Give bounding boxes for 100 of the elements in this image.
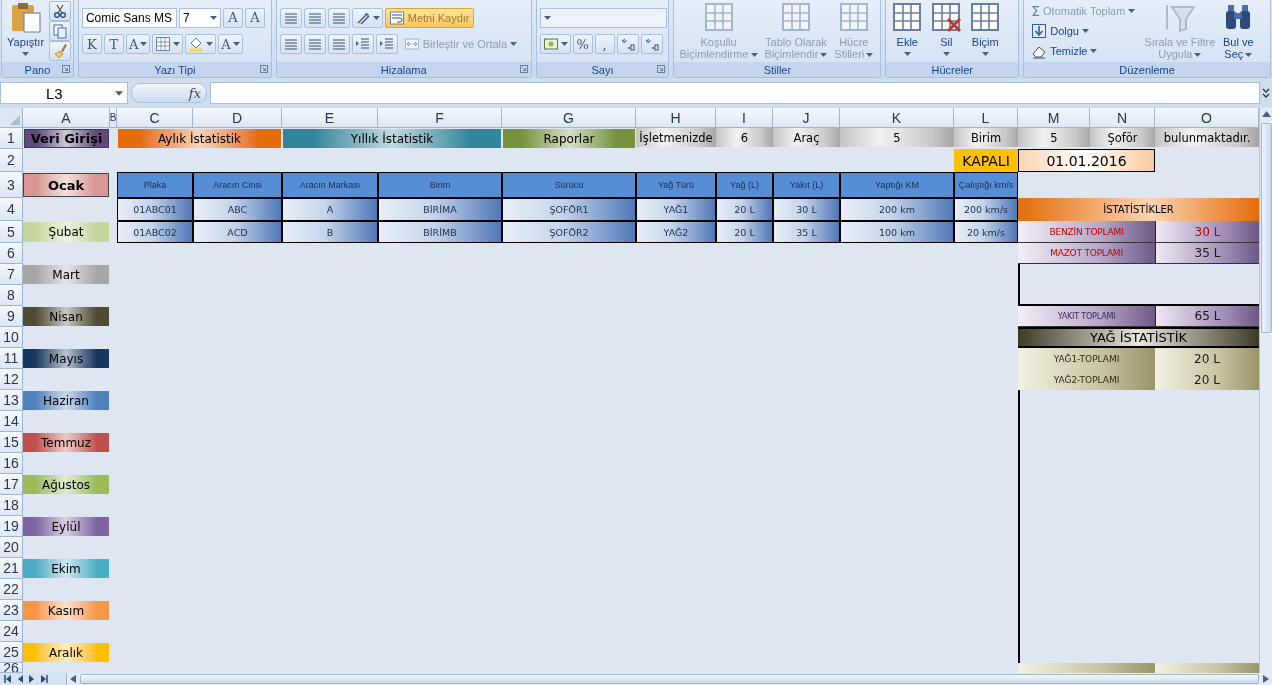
column-header[interactable]: N [1090, 108, 1155, 128]
table-cell: 200 km [840, 198, 954, 221]
group-label: Yazı Tipi [154, 63, 196, 76]
nav-button[interactable]: Yıllık İstatistik [283, 129, 501, 148]
table-cell: 01ABC02 [117, 221, 193, 243]
column-header[interactable]: M [1018, 108, 1090, 128]
column-header[interactable]: I [716, 108, 773, 128]
nav-button[interactable]: Aylık İstatistik [118, 129, 281, 148]
toolbar-button[interactable]: A [222, 7, 243, 28]
month-button[interactable]: Ekim [23, 559, 109, 578]
combo-box[interactable]: Comic Sans MS [81, 7, 177, 28]
table-cell: ŞOFÖR2 [502, 221, 636, 243]
row-header[interactable]: 20 [0, 537, 23, 558]
month-button[interactable]: Ocak [23, 173, 109, 197]
ribbon-button[interactable]: Dolgu [1027, 21, 1093, 41]
table-cell: 200 km/s [954, 198, 1018, 221]
info-label: 5 [1018, 128, 1090, 147]
row-header[interactable]: 11 [0, 348, 23, 369]
month-button[interactable]: Ağustos [23, 475, 109, 494]
row-header[interactable]: 18 [0, 495, 23, 516]
toolbar-button[interactable]: % [572, 34, 593, 55]
row-header[interactable]: 25 [0, 642, 23, 663]
column-header[interactable]: G [502, 108, 636, 128]
ribbon-button[interactable]: Temizle [1027, 41, 1102, 61]
column-header[interactable]: D [193, 108, 282, 128]
row-header[interactable]: 4 [0, 198, 23, 221]
row-header[interactable]: 15 [0, 432, 23, 453]
column-header[interactable]: K [840, 108, 954, 128]
month-button[interactable]: Şubat [23, 222, 109, 242]
month-button[interactable]: Haziran [23, 391, 109, 410]
month-button[interactable]: Aralık [23, 643, 109, 662]
column-header[interactable]: H [636, 108, 716, 128]
column-header[interactable]: F [378, 108, 502, 128]
name-box[interactable]: L3 [0, 82, 128, 104]
row-header[interactable]: 10 [0, 327, 23, 348]
table-cell: 30 L [773, 198, 840, 221]
month-button[interactable]: Mart [23, 265, 109, 284]
row-header[interactable]: 21 [0, 558, 23, 579]
column-header[interactable]: A [23, 108, 110, 128]
row-header[interactable]: 16 [0, 453, 23, 474]
row-header[interactable]: 13 [0, 390, 23, 411]
toolbar-button[interactable]: A [244, 7, 265, 28]
ribbon-button[interactable]: Sil [928, 1, 965, 61]
table-cell: BİRİMA [378, 198, 502, 221]
row-header[interactable]: 1 [0, 128, 23, 149]
row-header[interactable]: 24 [0, 621, 23, 642]
combo-box[interactable]: 7 [178, 7, 221, 28]
row-header[interactable]: 2 [0, 149, 23, 172]
row-header[interactable]: 22 [0, 579, 23, 600]
ribbon-button[interactable]: Ekle [889, 1, 926, 61]
stats-title: İSTATİSTİKLER [1018, 198, 1259, 221]
table-cell: 20 L [716, 221, 773, 243]
column-header[interactable]: E [282, 108, 378, 128]
toolbar-button[interactable]: A [218, 34, 243, 55]
column-header[interactable]: C [117, 108, 193, 128]
table-cell: A [282, 198, 378, 221]
stat-value: 30 L [1155, 221, 1259, 243]
row-header[interactable]: 9 [0, 306, 23, 327]
row-header[interactable]: 6 [0, 243, 23, 264]
stat-value: 20 L [1155, 369, 1259, 390]
info-label: 6 [716, 128, 773, 147]
column-header[interactable]: L [954, 108, 1018, 128]
group-label: Pano [24, 63, 51, 76]
table-cell: 100 km [840, 221, 954, 243]
table-header: Aracın Markası [282, 172, 378, 198]
toolbar-button[interactable]: A [125, 34, 151, 55]
column-header[interactable]: J [773, 108, 840, 128]
month-button[interactable]: Kasım [23, 601, 109, 620]
row-header[interactable]: 14 [0, 411, 23, 432]
row-header[interactable]: 12 [0, 369, 23, 390]
nav-button[interactable]: Veri Girişi [24, 129, 109, 148]
stat-value: 35 L [1155, 243, 1259, 264]
row-header[interactable]: 3 [0, 172, 23, 198]
toolbar-button[interactable]: T [103, 34, 124, 55]
table-header: Yağ (L) [716, 172, 773, 198]
row-header[interactable]: 8 [0, 285, 23, 306]
row-header[interactable]: 19 [0, 516, 23, 537]
stat-value: 65 L [1155, 306, 1259, 327]
month-button[interactable]: Eylül [23, 517, 109, 536]
stat-label: YAKIT TOPLAMI [1018, 306, 1155, 327]
table-header: Yağ Türü [636, 172, 716, 198]
month-button[interactable]: Nisan [23, 307, 109, 326]
ribbon-button[interactable]: Bul ve Seç [1220, 1, 1257, 61]
row-header[interactable]: 17 [0, 474, 23, 495]
ribbon-button[interactable]: Yapıştır [5, 1, 47, 61]
toolbar-button[interactable]: , [594, 34, 615, 55]
month-button[interactable]: Mayıs [23, 349, 109, 368]
toolbar-button[interactable]: K [81, 34, 102, 55]
group-label: Düzenleme [1119, 63, 1175, 76]
row-header[interactable]: 7 [0, 264, 23, 285]
month-button[interactable]: Temmuz [23, 433, 109, 452]
row-header[interactable]: 23 [0, 600, 23, 621]
fx-button[interactable]: fx [188, 85, 201, 101]
ribbon-button[interactable]: Biçim [967, 1, 1004, 61]
column-header[interactable]: O [1155, 108, 1259, 128]
table-cell: 01ABC01 [117, 198, 193, 221]
nav-button[interactable]: Raporlar [503, 129, 635, 148]
row-header[interactable]: 5 [0, 221, 23, 243]
table-cell: YAĞ2 [636, 221, 716, 243]
stat-value: 20 L [1155, 348, 1259, 369]
